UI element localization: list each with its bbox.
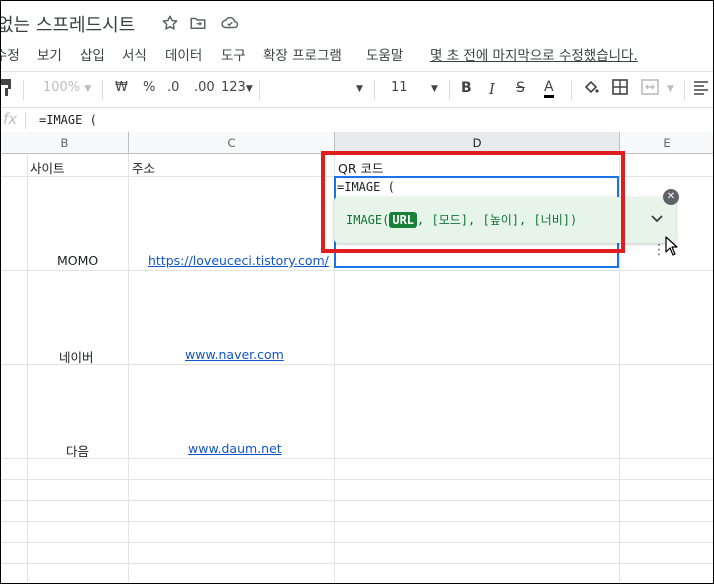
menu-bar: 수정 보기 삽입 서식 데이터 도구 확장 프로그램 도움말 몇 초 전에 마지…	[1, 41, 713, 67]
formula-divider	[25, 112, 26, 129]
menu-extensions[interactable]: 확장 프로그램	[263, 44, 342, 64]
caret-down-icon: ▼	[356, 84, 363, 94]
grid-line	[1, 270, 713, 271]
star-icon[interactable]	[161, 14, 181, 34]
italic-button[interactable]: I	[489, 80, 495, 98]
decrease-decimal-button[interactable]: .0	[167, 80, 179, 95]
mouse-pointer-icon	[665, 236, 679, 260]
cell-site-name[interactable]: 다음	[66, 441, 89, 460]
zoom-value: 100%	[43, 80, 81, 95]
menu-tools[interactable]: 도구	[221, 44, 246, 64]
font-size-caret[interactable]: ▼	[431, 80, 438, 95]
horizontal-align-icon[interactable]	[693, 79, 709, 99]
caret-down-icon: ▼	[245, 84, 253, 94]
grid-line	[128, 154, 129, 583]
formula-input[interactable]: =IMAGE (	[39, 113, 97, 127]
toolbar-divider	[571, 80, 572, 100]
chevron-down-icon[interactable]	[651, 212, 663, 226]
toolbar-divider	[684, 80, 685, 100]
fill-color-icon[interactable]	[583, 79, 599, 99]
menu-format[interactable]: 서식	[122, 44, 147, 64]
grid-line	[27, 154, 28, 583]
font-size-select[interactable]: 11	[391, 80, 408, 95]
grid-line	[1, 542, 713, 543]
column-header-b[interactable]: B	[1, 132, 129, 154]
font-size-value: 11	[391, 80, 408, 95]
strikethrough-button[interactable]: S	[516, 80, 525, 96]
caret-down-icon: ▼	[84, 84, 92, 94]
spreadsheet-window: 없는 스프레드시트 수정 보기 삽입 서식 데이터 도구 확장 프로그램 도움말…	[0, 0, 714, 584]
cell-site-name[interactable]: MOMO	[57, 253, 98, 268]
url-link[interactable]: https://loveuceci.tistory.com/	[148, 253, 329, 268]
grid-line	[1, 500, 713, 501]
number-format-select[interactable]: 123▼	[221, 80, 253, 95]
close-icon[interactable]: ✕	[663, 189, 679, 205]
column-header-e[interactable]: E	[620, 132, 713, 154]
grid-line	[1, 364, 713, 365]
toolbar-divider	[374, 80, 375, 100]
grid-line	[1, 479, 713, 480]
menu-view[interactable]: 보기	[37, 44, 62, 64]
cell-url-link[interactable]: www.naver.com	[185, 347, 284, 362]
more-options-icon[interactable]: ⋮	[652, 243, 666, 257]
document-title[interactable]: 없는 스프레드시트	[1, 11, 135, 37]
toolbar: 100% ▼ ₩ % .0 .00 123▼ ▼ 11 ▼ B I S A ▼	[1, 71, 713, 108]
font-family-select[interactable]: ▼	[356, 80, 363, 95]
cell-url-link[interactable]: www.daum.net	[188, 441, 282, 456]
move-folder-icon[interactable]	[189, 14, 209, 34]
cell-url-link[interactable]: https://loveuceci.tistory.com/	[148, 253, 329, 268]
title-bar: 없는 스프레드시트	[1, 1, 713, 45]
menu-insert[interactable]: 삽입	[80, 44, 105, 64]
column-header-c[interactable]: C	[129, 132, 335, 154]
borders-icon[interactable]	[612, 79, 628, 99]
number-format-value: 123	[221, 80, 246, 95]
last-edit-link[interactable]: 몇 초 전에 마지막으로 수정했습니다.	[430, 44, 638, 64]
zoom-select[interactable]: 100% ▼	[43, 80, 91, 95]
grid-line	[1, 563, 713, 564]
text-color-button[interactable]: A	[544, 80, 554, 98]
merge-caret[interactable]: ▼	[667, 80, 674, 95]
cell-header-site[interactable]: 사이트	[30, 158, 65, 177]
grid-line	[1, 458, 713, 459]
toolbar-divider	[259, 80, 260, 100]
cell-site-name[interactable]: 네이버	[59, 347, 94, 366]
grid-line	[1, 521, 713, 522]
increase-decimal-button[interactable]: .00	[194, 80, 215, 95]
cell-header-address[interactable]: 주소	[132, 158, 155, 177]
menu-edit[interactable]: 수정	[1, 44, 20, 64]
menu-help[interactable]: 도움말	[366, 44, 403, 64]
merge-cells-icon[interactable]	[641, 79, 659, 99]
percent-button[interactable]: %	[143, 80, 155, 95]
toolbar-divider	[23, 80, 24, 100]
caret-down-icon: ▼	[431, 84, 438, 94]
fx-icon: fx	[3, 110, 18, 128]
currency-button[interactable]: ₩	[115, 80, 128, 95]
toolbar-divider	[102, 80, 103, 100]
paint-format-icon[interactable]	[1, 78, 13, 100]
highlight-annotation	[321, 151, 625, 253]
cloud-saved-icon[interactable]	[220, 14, 240, 34]
url-link[interactable]: www.naver.com	[185, 347, 284, 362]
url-link[interactable]: www.daum.net	[188, 441, 282, 456]
bold-button[interactable]: B	[461, 80, 472, 96]
toolbar-divider	[449, 80, 450, 100]
menu-data[interactable]: 데이터	[165, 44, 202, 64]
formula-bar: fx =IMAGE (	[1, 107, 713, 134]
caret-down-icon: ▼	[667, 84, 674, 94]
